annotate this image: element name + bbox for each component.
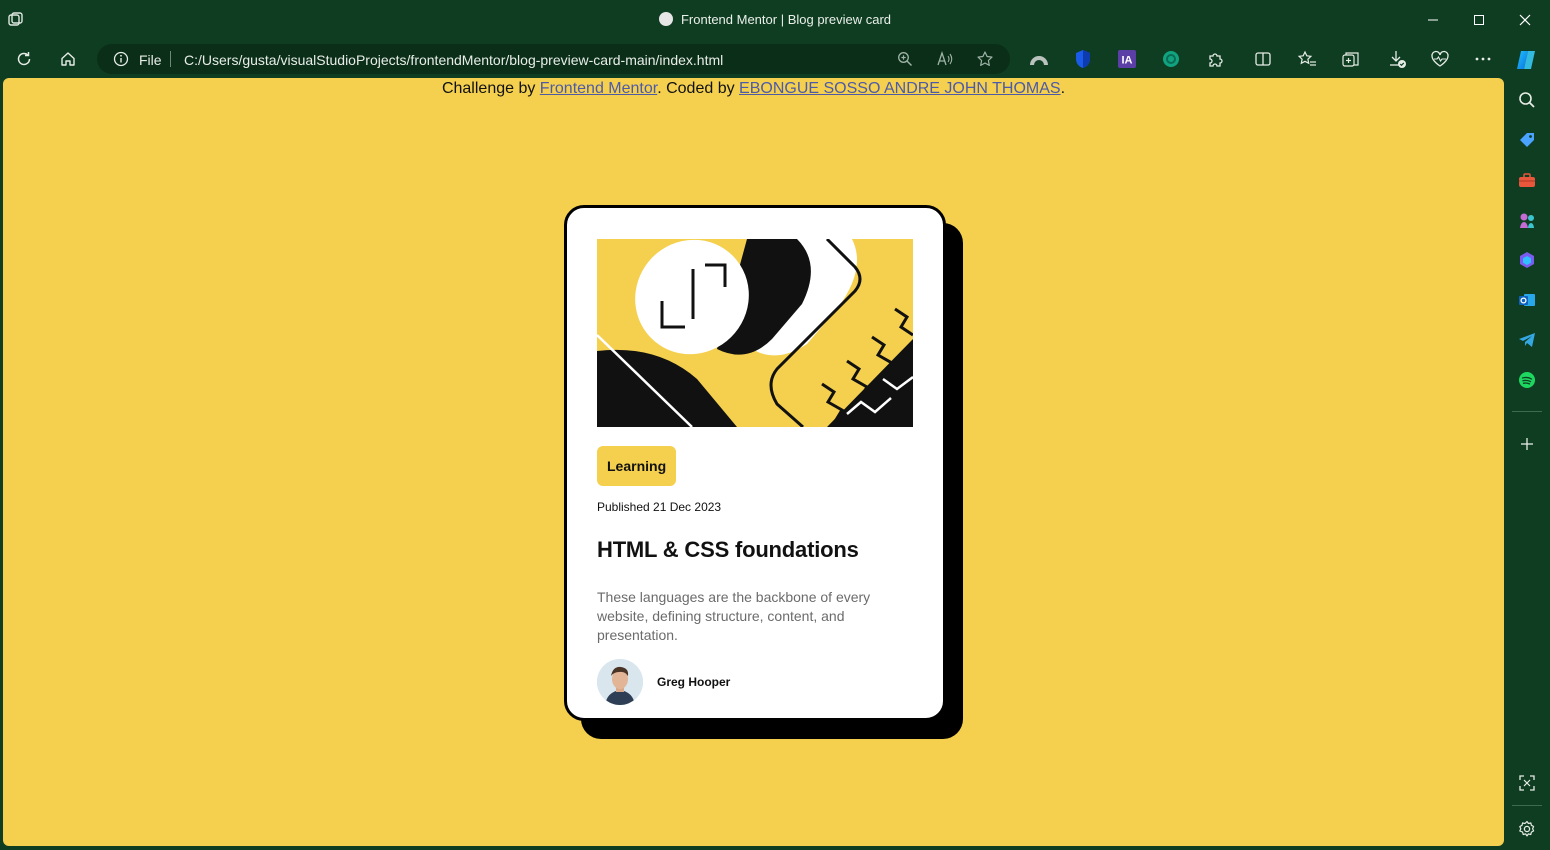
attribution-middle: . Coded by xyxy=(657,80,740,97)
card-illustration xyxy=(597,239,913,427)
scheme-label: File xyxy=(139,52,162,68)
author-name: Greg Hooper xyxy=(657,675,731,689)
tab-favicon-icon xyxy=(658,12,673,26)
home-icon[interactable] xyxy=(57,48,79,70)
edge-sidebar xyxy=(1506,78,1550,850)
published-date: Published 21 Dec 2023 xyxy=(597,500,722,514)
zoom-icon[interactable] xyxy=(895,49,915,69)
blog-preview-card: Learning Published 21 Dec 2023 HTML & CS… xyxy=(564,205,946,721)
author-avatar xyxy=(597,659,643,705)
ia-extension-icon[interactable]: IA xyxy=(1116,48,1138,70)
puzzle-extensions-icon[interactable] xyxy=(1204,48,1226,70)
card-title[interactable]: HTML & CSS foundations xyxy=(597,537,859,563)
telegram-icon[interactable] xyxy=(1516,329,1538,351)
m365-icon[interactable] xyxy=(1516,249,1538,271)
sidebar-divider xyxy=(1512,411,1542,412)
collections-icon[interactable] xyxy=(1340,48,1362,70)
title-bar: Frontend Mentor | Blog preview card xyxy=(0,0,1550,40)
refresh-icon[interactable] xyxy=(13,48,35,70)
tools-icon[interactable] xyxy=(1516,169,1538,191)
add-icon[interactable] xyxy=(1516,433,1538,455)
screenshot-icon[interactable] xyxy=(1516,772,1538,794)
shield-extension-icon[interactable] xyxy=(1072,48,1094,70)
minimize-button[interactable] xyxy=(1421,8,1445,32)
arc-extension-icon[interactable] xyxy=(1028,48,1050,70)
svg-text:IA: IA xyxy=(1122,55,1133,67)
info-icon[interactable] xyxy=(113,51,129,72)
more-icon[interactable] xyxy=(1472,48,1494,70)
favorite-star-icon[interactable] xyxy=(975,49,995,69)
performance-icon[interactable] xyxy=(1429,48,1451,70)
tag-icon[interactable] xyxy=(1516,129,1538,151)
frontend-mentor-link[interactable]: Frontend Mentor xyxy=(540,80,657,97)
outlook-icon[interactable] xyxy=(1516,289,1538,311)
window-title-text: Frontend Mentor | Blog preview card xyxy=(680,12,892,27)
sidebar-divider-bottom xyxy=(1512,805,1542,806)
address-bar[interactable]: File C:/Users/gusta/visualStudioProjects… xyxy=(97,44,1010,74)
page-viewport: Challenge by Frontend Mentor. Coded by E… xyxy=(3,78,1504,846)
search-icon[interactable] xyxy=(1516,89,1538,111)
attribution-suffix: . xyxy=(1060,80,1066,97)
address-separator xyxy=(170,51,171,67)
chatgpt-extension-icon[interactable] xyxy=(1160,48,1182,70)
games-icon[interactable] xyxy=(1516,209,1538,231)
favorites-icon[interactable] xyxy=(1296,48,1318,70)
attribution-prefix: Challenge by xyxy=(441,80,540,97)
attribution: Challenge by Frontend Mentor. Coded by E… xyxy=(3,80,1504,98)
card-description: These languages are the backbone of ever… xyxy=(597,589,871,643)
window-title: Frontend Mentor | Blog preview card xyxy=(0,12,1550,27)
spotify-icon[interactable] xyxy=(1516,369,1538,391)
author-link[interactable]: EBONGUE SOSSO ANDRE JOHN THOMAS xyxy=(739,80,1061,97)
settings-icon[interactable] xyxy=(1516,818,1538,840)
downloads-icon[interactable] xyxy=(1386,48,1408,70)
maximize-button[interactable] xyxy=(1467,8,1491,32)
navigation-bar: File C:/Users/gusta/visualStudioProjects… xyxy=(0,40,1550,78)
read-aloud-icon[interactable] xyxy=(935,49,955,69)
category-tag: Learning xyxy=(597,446,677,486)
close-button[interactable] xyxy=(1513,8,1537,32)
url-text[interactable]: C:/Users/gusta/visualStudioProjects/fron… xyxy=(184,52,723,68)
copilot-icon[interactable] xyxy=(1513,47,1539,73)
split-screen-icon[interactable] xyxy=(1252,48,1274,70)
